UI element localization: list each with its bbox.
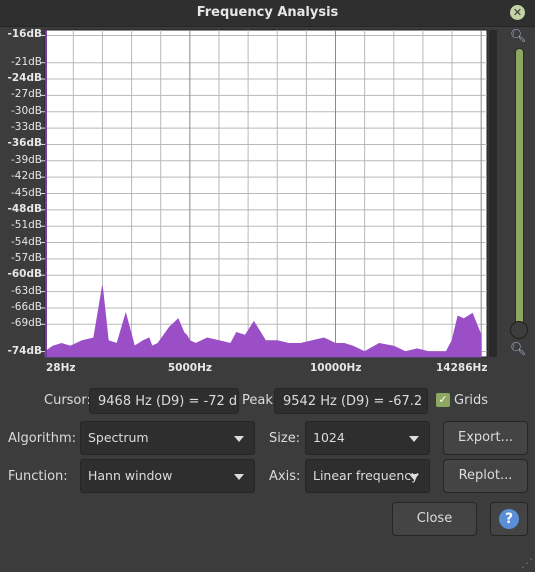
y-tick-label: -21dB: [10, 55, 42, 68]
function-label: Function:: [8, 469, 68, 484]
zoom-slider-knob[interactable]: [510, 321, 528, 339]
x-tick-label: 14286Hz: [436, 362, 488, 374]
zoom-slider-track[interactable]: [515, 48, 524, 328]
replot-button[interactable]: Replot...: [443, 459, 528, 493]
grids-checkbox[interactable]: ✓: [436, 393, 450, 407]
axis-select[interactable]: Linear frequency: [305, 459, 430, 493]
y-tick-label: -36dB: [7, 137, 43, 150]
chevron-down-icon: [234, 474, 244, 480]
y-tick-label: -74dB: [7, 344, 43, 357]
chevron-down-icon: [409, 436, 419, 442]
function-select[interactable]: Hann window: [80, 459, 255, 493]
y-tick-label: -30dB: [10, 104, 42, 117]
algorithm-select[interactable]: Spectrum: [80, 421, 255, 455]
y-tick-label: -69dB: [10, 317, 42, 330]
y-tick-label: -45dB: [10, 186, 42, 199]
algorithm-value: Spectrum: [88, 430, 149, 445]
peak-label: Peak:: [242, 393, 278, 408]
cursor-label: Cursor:: [44, 393, 91, 408]
y-tick-label: -16dB: [7, 28, 43, 41]
help-button[interactable]: ?: [490, 502, 528, 536]
y-tick-label: -63dB: [10, 284, 42, 297]
y-tick-label: -27dB: [10, 88, 42, 101]
close-button[interactable]: Close: [392, 502, 477, 536]
chevron-down-icon: [234, 436, 244, 442]
help-icon: ?: [499, 509, 519, 529]
chevron-down-icon: [409, 474, 419, 480]
y-tick-label: -66dB: [10, 300, 42, 313]
spectrum-plot[interactable]: [0, 0, 535, 372]
x-tick-label: 5000Hz: [167, 362, 212, 374]
y-tick-label: -54dB: [10, 235, 42, 248]
size-label: Size:: [269, 431, 301, 446]
export-button[interactable]: Export...: [443, 421, 528, 455]
y-tick-label: -33dB: [10, 121, 42, 134]
y-tick-label: -57dB: [10, 251, 42, 264]
resize-grip-icon[interactable]: ⋰: [521, 556, 533, 570]
axis-label: Axis:: [269, 469, 301, 484]
zoom-out-icon[interactable]: 🔍︎: [510, 342, 527, 357]
function-value: Hann window: [88, 468, 173, 483]
axis-value: Linear frequency: [313, 468, 419, 483]
size-select[interactable]: 1024: [305, 421, 430, 455]
cursor-field[interactable]: 9468 Hz (D9) = -72 dB: [89, 388, 239, 414]
peak-field[interactable]: 9542 Hz (D9) = -67.2 d: [274, 388, 428, 414]
y-tick-label: -60dB: [7, 268, 43, 281]
y-tick-label: -51dB: [10, 219, 42, 232]
y-tick-label: -39dB: [10, 153, 42, 166]
y-tick-label: -24dB: [7, 72, 43, 85]
plot-scrollbar[interactable]: [489, 30, 497, 357]
size-value: 1024: [313, 430, 345, 445]
x-tick-label: 28Hz: [46, 362, 76, 374]
x-tick-label: 10000Hz: [310, 362, 362, 374]
y-tick-label: -48dB: [7, 202, 43, 215]
y-tick-label: -42dB: [10, 170, 42, 183]
zoom-in-icon[interactable]: 🔍︎: [510, 29, 527, 44]
algorithm-label: Algorithm:: [8, 431, 77, 446]
grids-label: Grids: [454, 393, 489, 408]
